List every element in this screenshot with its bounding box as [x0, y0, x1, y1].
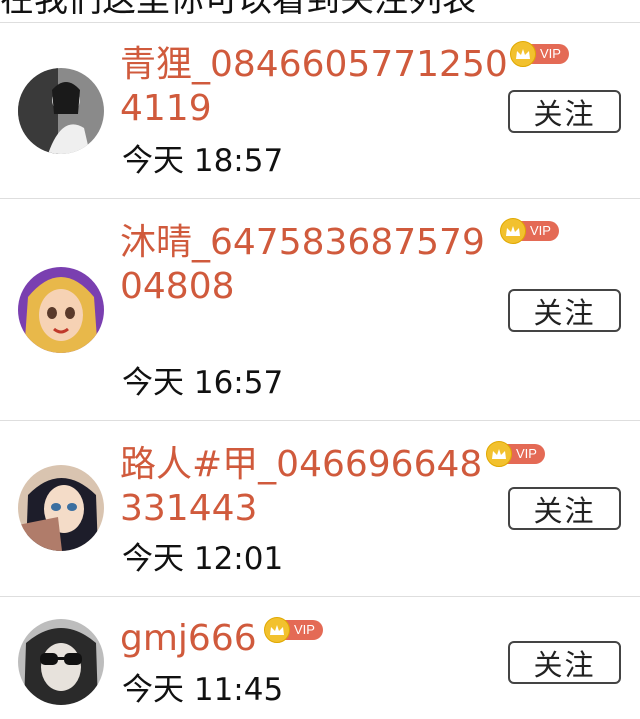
- avatar[interactable]: [18, 68, 104, 154]
- username[interactable]: 路人#甲_046696648331443: [120, 443, 490, 531]
- crown-icon: [486, 441, 512, 467]
- list-item[interactable]: 沐晴_64758368757904808 VIP 关注 今天 16:57: [0, 198, 640, 421]
- follow-button[interactable]: 关注: [508, 487, 621, 530]
- username[interactable]: 沐晴_64758368757904808: [120, 221, 500, 309]
- list-item[interactable]: 青狸_08466057712504119 VIP 关注 今天 18:57: [0, 22, 640, 199]
- timestamp: 今天 16:57: [122, 365, 284, 401]
- avatar[interactable]: [18, 267, 104, 353]
- crown-icon: [264, 617, 290, 643]
- timestamp: 今天 12:01: [122, 541, 284, 577]
- follow-button[interactable]: 关注: [508, 90, 621, 133]
- list-item[interactable]: gmj666 VIP 关注 今天 11:45: [0, 596, 640, 719]
- vip-badge: VIP: [510, 41, 569, 67]
- timestamp: 今天 18:57: [122, 143, 284, 179]
- avatar[interactable]: [18, 465, 104, 551]
- username[interactable]: 青狸_08466057712504119: [120, 43, 510, 131]
- vip-badge: VIP: [486, 441, 545, 467]
- vip-badge: VIP: [264, 617, 323, 643]
- follow-button[interactable]: 关注: [508, 641, 621, 684]
- avatar[interactable]: [18, 619, 104, 705]
- list-item[interactable]: 路人#甲_046696648331443 VIP 关注 今天 12:01: [0, 420, 640, 597]
- username[interactable]: gmj666: [120, 617, 270, 661]
- timestamp: 今天 11:45: [122, 672, 284, 708]
- crown-icon: [510, 41, 536, 67]
- crown-icon: [500, 218, 526, 244]
- partial-header-text: 在我们这里你可以看到关注列表: [0, 0, 476, 20]
- vip-badge: VIP: [500, 218, 559, 244]
- follow-button[interactable]: 关注: [508, 289, 621, 332]
